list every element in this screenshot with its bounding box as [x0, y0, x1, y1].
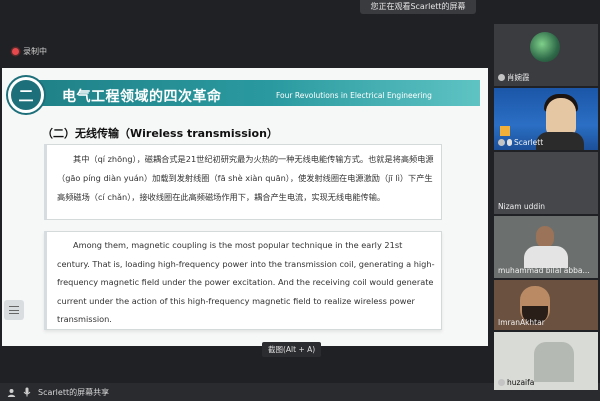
participant-tile[interactable]: huzaifa — [494, 332, 598, 390]
section-heading: （二）无线传输（Wireless transmission） — [42, 127, 278, 140]
participant-name: muhammad bilal abba... — [498, 266, 590, 275]
slide-title-en: Four Revolutions in Electrical Engineeri… — [276, 91, 432, 100]
participant-name: ImranAkhtar — [498, 318, 545, 327]
chinese-paragraph: 其中（qí zhōng），磁耦合式是21世纪初研究最为火热的一种无线电能传输方式… — [57, 154, 434, 202]
participant-tile[interactable]: ImranAkhtar — [494, 280, 598, 330]
video-person-body — [524, 246, 568, 268]
tag-icon — [500, 126, 510, 136]
screenshot-shortcut-tip: 截图(Alt + A) — [262, 342, 322, 357]
video-person-face — [536, 226, 554, 248]
record-icon — [12, 47, 19, 55]
microphone-icon — [507, 139, 512, 146]
participant-tile[interactable]: Scarlett — [494, 88, 598, 150]
recording-label: 录制中 — [23, 46, 47, 56]
participant-tile[interactable]: Nizam uddin — [494, 152, 598, 214]
shared-screen: 二 电气工程领域的四次革命 Four Revolutions in Electr… — [2, 68, 488, 346]
participant-panel: 肖婉霞 Scarlett Nizam uddin muhammad bilal … — [494, 24, 600, 390]
participant-name: Nizam uddin — [498, 202, 546, 211]
participant-tile[interactable]: 肖婉霞 — [494, 24, 598, 86]
video-person-body — [534, 342, 574, 382]
avatar — [530, 32, 560, 62]
menu-lines-icon — [9, 306, 19, 314]
person-icon — [498, 74, 505, 81]
slide-title: 电气工程领域的四次革命 — [62, 89, 222, 105]
screen-share-label: Scarlett的屏幕共享 — [38, 387, 110, 397]
video-person-body — [536, 132, 584, 150]
person-icon[interactable] — [6, 387, 16, 397]
recording-indicator[interactable]: 录制中 — [12, 44, 47, 58]
section-badge: 二 — [8, 77, 44, 113]
video-person-face — [546, 98, 576, 136]
participant-tile[interactable]: muhammad bilal abba... — [494, 216, 598, 278]
viewing-banner[interactable]: 您正在观看Scarlett的屏幕 — [360, 0, 476, 14]
participant-name: Scarlett — [498, 138, 543, 147]
toolbar-toggle-button[interactable] — [4, 300, 24, 320]
microphone-icon[interactable] — [22, 387, 32, 397]
person-icon — [498, 379, 505, 386]
chinese-text-box: 其中（qí zhōng），磁耦合式是21世纪初研究最为火热的一种无线电能传输方式… — [44, 144, 442, 220]
english-text-box: Among them, magnetic coupling is the mos… — [44, 231, 442, 330]
participant-name: huzaifa — [498, 378, 534, 387]
meeting-window: 您正在观看Scarlett的屏幕 录制中 二 电气工程领域的四次革命 Four … — [0, 0, 600, 401]
participant-name: 肖婉霞 — [498, 72, 530, 83]
person-icon — [498, 139, 505, 146]
english-paragraph: Among them, magnetic coupling is the mos… — [57, 240, 435, 324]
